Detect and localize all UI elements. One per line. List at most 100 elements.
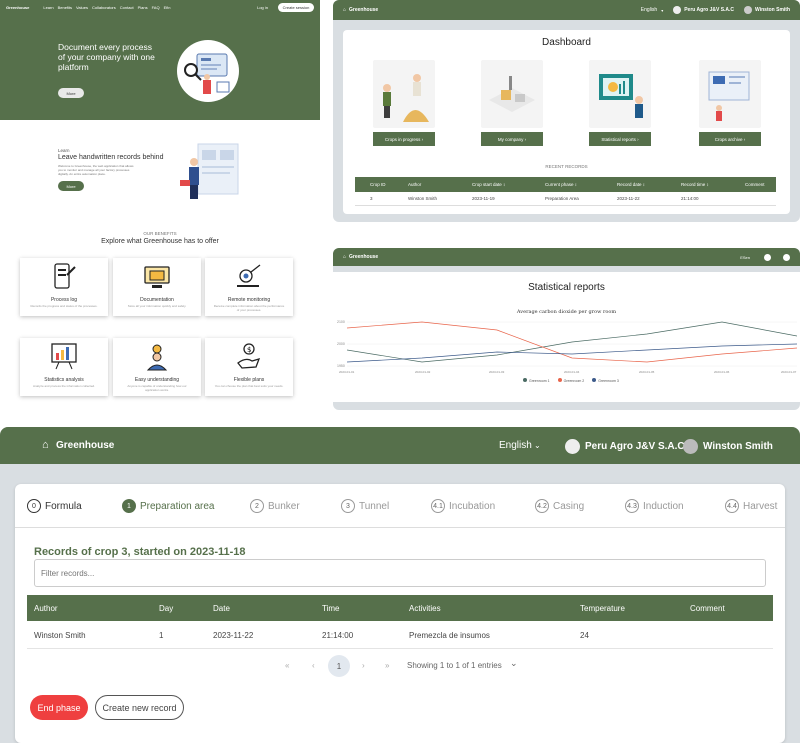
nav-item-contact[interactable]: Contact [120,5,134,10]
step-casing[interactable]: 4.2 Casing [535,499,584,513]
col-activities[interactable]: Activities [409,604,441,613]
remote-monitoring-icon [237,264,261,287]
cell-time: 21:14:00 [322,631,354,640]
tile-my-company[interactable]: My company › [481,60,543,146]
tile-crops-in-progress[interactable]: Crops in progress › [373,60,435,146]
hero-more-button[interactable]: More [58,88,84,98]
col-temperature[interactable]: Temperature [580,604,625,613]
col-author[interactable]: Author [34,604,58,613]
create-session-button[interactable]: Create session [278,2,314,12]
learn-more-button[interactable]: More [58,181,84,191]
y-tick: 1950 [337,364,345,368]
page-1-button[interactable]: 1 [328,655,350,677]
crops-archive-button[interactable]: Crops archive › [699,132,761,146]
nav-item-learn[interactable]: Learn [43,5,53,10]
col-crop-start-date[interactable]: Crop start date ↕ [472,182,505,187]
legend-item-greenroom-1[interactable]: Greenroom 1 [523,378,550,383]
reports-illustration [589,60,651,128]
col-date[interactable]: Date [213,604,230,613]
col-comment[interactable]: Comment [690,604,725,613]
language-select[interactable]: English [641,7,657,13]
recent-records-header: Crop ID Author Crop start date ↕ Current… [355,177,776,192]
crops-in-progress-button[interactable]: Crops in progress › [373,132,435,146]
col-current-phase[interactable]: Current phase ↕ [545,182,577,187]
user-name[interactable]: Winston Smith [703,441,773,452]
nav-item-faq[interactable]: FAQ [152,5,160,10]
svg-text:$: $ [247,346,251,354]
nav-item-collaborators[interactable]: Collaborators [92,5,116,10]
learn-kicker: Learn [58,148,70,153]
landing-navbar: Greenhouse Learn Benefits Values Collabo… [0,0,320,14]
tile-crops-archive[interactable]: Crops archive › [699,60,761,146]
benefit-title: Easy understanding [134,377,180,383]
dashboard-card: Dashboard Crops in progress › My company… [343,30,790,214]
nav-item-efin[interactable]: Efin [164,5,171,10]
series-greenroom-1 [347,321,797,363]
cell-crop-start-date: 2023-11-19 [472,196,495,201]
next-page-button[interactable]: › [362,661,365,670]
landing-page-panel: Greenhouse Learn Benefits Values Collabo… [0,0,320,410]
dashboard-brand[interactable]: Greenhouse [349,7,378,13]
tile-statistical-reports[interactable]: Statistical reports › [589,60,651,146]
benefit-card-documentation: Documentation Store all your information… [113,258,201,316]
my-company-button[interactable]: My company › [481,132,543,146]
cell-activities: Premezcla de insumos [409,631,490,640]
language-select[interactable]: ESen [740,255,750,260]
nav-item-plans[interactable]: Plans [138,5,148,10]
user-name[interactable]: Winston Smith [755,7,790,13]
nav-item-benefits[interactable]: Benefits [58,5,72,10]
table-row[interactable]: Winston Smith 1 2023-11-22 21:14:00 Prem… [27,621,773,649]
user-avatar[interactable] [683,439,698,454]
statistical-reports-button[interactable]: Statistical reports › [589,132,651,146]
step-harvest[interactable]: 4.4 Harvest [725,499,777,513]
cell-record-time: 21:14:00 [681,196,699,201]
filter-records-input[interactable] [34,559,766,587]
main-brand[interactable]: Greenhouse [56,440,114,451]
col-record-time[interactable]: Record time ↕ [681,182,709,187]
benefit-card-statistics-analysis: Statistics analysis Analyze and process … [20,338,108,396]
company-avatar[interactable] [673,6,682,14]
stats-topbar: ⌂ Greenhouse ESen [333,248,800,266]
step-formula[interactable]: 0 Formula [27,499,82,513]
x-tick: 2023-01-02 [415,370,431,374]
chevron-down-icon[interactable]: ⌄ [510,658,518,669]
flexible-plans-icon: $ [237,343,261,369]
company-name[interactable]: Peru Agro J&V S.A.C [585,441,685,452]
col-record-date[interactable]: Record date ↕ [617,182,645,187]
step-bunker[interactable]: 2 Bunker [250,499,300,513]
legend-item-greenroom-3[interactable]: Greenroom 3 [592,378,619,383]
step-preparation-area[interactable]: 1 Preparation area [122,499,215,513]
prev-page-button[interactable]: ‹ [312,661,315,670]
col-crop-id[interactable]: Crop ID [370,182,386,187]
step-number: 4.4 [725,499,739,513]
user-avatar[interactable] [744,6,753,14]
benefits-kicker: OUR BENEFITS [143,231,177,236]
col-time[interactable]: Time [322,604,339,613]
landing-brand[interactable]: Greenhouse [6,5,29,10]
language-select[interactable]: English [499,440,532,451]
dashboard-panel: ⌂ Greenhouse English ▾ Peru Agro J&V S.A… [333,0,800,222]
col-author[interactable]: Author [408,182,421,187]
company-name[interactable]: Peru Agro J&V S.A.C [684,7,734,13]
col-day[interactable]: Day [159,604,173,613]
first-page-button[interactable]: « [285,661,289,670]
benefit-card-flexible-plans: $ Flexible plans You can choose the plan… [205,338,293,396]
company-avatar[interactable] [565,439,580,454]
step-number: 4.1 [431,499,445,513]
legend-item-greenroom-2[interactable]: Greenroom 2 [557,378,584,383]
step-tunnel[interactable]: 3 Tunnel [341,499,389,513]
col-comment[interactable]: Comment [745,182,765,187]
step-label: Formula [45,500,82,512]
nav-item-values[interactable]: Values [76,5,88,10]
user-avatar[interactable] [783,253,790,261]
create-new-record-button[interactable]: Create new record [95,695,184,720]
y-tick: 2100 [337,320,345,324]
last-page-button[interactable]: » [385,661,389,670]
step-incubation[interactable]: 4.1 Incubation [431,499,495,513]
recent-record-row[interactable]: 3 Winston Smith 2023-11-19 Preparation A… [355,192,776,206]
company-avatar[interactable] [764,253,771,261]
end-phase-button[interactable]: End phase [30,695,88,720]
stats-brand[interactable]: Greenhouse [349,254,378,260]
step-induction[interactable]: 4.3 Induction [625,499,684,513]
login-link[interactable]: Log in [257,5,268,10]
